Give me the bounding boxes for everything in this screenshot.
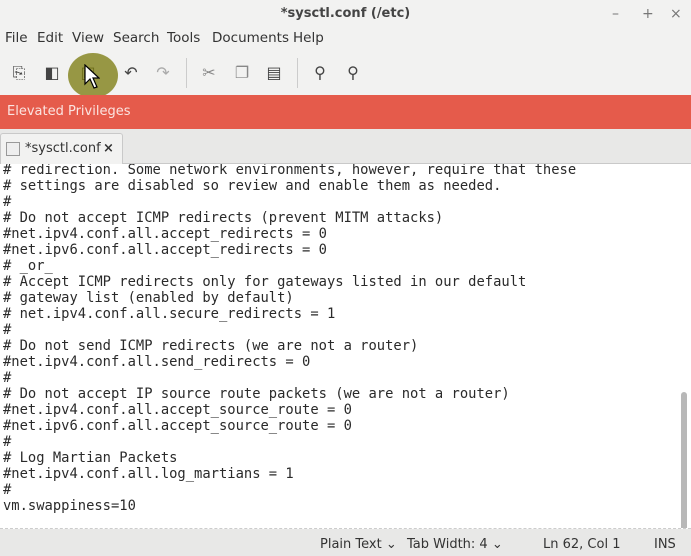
language-selector[interactable]: Plain Text ⌄ (320, 537, 397, 552)
tab-close-icon[interactable]: × (103, 134, 114, 164)
status-bar: Plain Text ⌄ Tab Width: 4 ⌄ Ln 62, Col 1… (0, 530, 691, 556)
code-line: # settings are disabled so review and en… (3, 178, 502, 194)
new-document-icon[interactable]: ⎘ (8, 62, 30, 84)
code-line: #net.ipv4.conf.all.accept_redirects = 0 (3, 226, 327, 242)
code-line: # (3, 322, 12, 338)
elevated-privileges-banner: Elevated Privileges (0, 95, 691, 129)
title-bar: *sysctl.conf (/etc) (0, 0, 691, 28)
code-line: #net.ipv6.conf.all.accept_source_route =… (3, 418, 352, 434)
tab-width-selector[interactable]: Tab Width: 4 ⌄ (407, 537, 503, 552)
code-line: #net.ipv4.conf.all.send_redirects = 0 (3, 354, 311, 370)
editor-content[interactable]: # redirection. Some network environments… (3, 164, 576, 514)
tab-sysctl-conf[interactable]: *sysctl.conf × (0, 133, 123, 165)
code-line: #net.ipv6.conf.all.accept_redirects = 0 (3, 242, 327, 258)
insert-mode: INS (654, 537, 676, 552)
code-line: # gateway list (enabled by default) (3, 290, 294, 306)
cursor-position: Ln 62, Col 1 (543, 537, 621, 552)
menu-search[interactable]: Search (113, 30, 159, 46)
copy-icon[interactable]: ❐ (231, 62, 253, 84)
code-line: # Do not send ICMP redirects (we are not… (3, 338, 419, 354)
undo-icon[interactable]: ↶ (120, 62, 142, 84)
cut-icon[interactable]: ✂ (198, 62, 220, 84)
tab-bar: *sysctl.conf × (0, 129, 691, 165)
menu-view[interactable]: View (72, 30, 104, 46)
code-line: #net.ipv4.conf.all.log_martians = 1 (3, 466, 294, 482)
code-line: # (3, 194, 12, 210)
code-line: # Do not accept IP source route packets … (3, 386, 510, 402)
open-icon[interactable]: ◧ (41, 62, 63, 84)
search-icon[interactable]: ⚲ (309, 62, 331, 84)
code-line: # redirection. Some network environments… (3, 164, 577, 178)
maximize-button[interactable]: + (642, 0, 654, 28)
menu-edit[interactable]: Edit (37, 30, 63, 46)
separator (297, 58, 298, 88)
code-line: # Accept ICMP redirects only for gateway… (3, 274, 527, 290)
code-line: # net.ipv4.conf.all.secure_redirects = 1 (3, 306, 336, 322)
text-editor[interactable]: # redirection. Some network environments… (0, 164, 691, 529)
separator (186, 58, 187, 88)
menu-documents[interactable]: Documents (212, 30, 289, 46)
scrollbar[interactable] (681, 392, 687, 528)
menu-help[interactable]: Help (293, 30, 324, 46)
code-line: # (3, 434, 12, 450)
code-line: # (3, 482, 12, 498)
code-line: vm.swappiness=10 (3, 498, 136, 514)
mouse-cursor-icon (84, 64, 100, 89)
code-line: # Do not accept ICMP redirects (prevent … (3, 210, 444, 226)
document-icon (6, 142, 20, 156)
menu-tools[interactable]: Tools (167, 30, 200, 46)
redo-icon[interactable]: ↷ (152, 62, 174, 84)
code-line: # Log Martian Packets (3, 450, 178, 466)
tab-label: *sysctl.conf (25, 141, 101, 156)
close-button[interactable]: × (670, 0, 682, 28)
window-title: *sysctl.conf (/etc) (280, 6, 411, 21)
minimize-button[interactable]: – (612, 0, 619, 28)
paste-icon[interactable]: ▤ (263, 62, 285, 84)
menu-bar: File Edit View Search Tools Documents He… (0, 28, 691, 50)
menu-file[interactable]: File (5, 30, 28, 46)
code-line: #net.ipv4.conf.all.accept_source_route =… (3, 402, 352, 418)
code-line: # _or_ (3, 258, 53, 274)
code-line: # (3, 370, 12, 386)
search-replace-icon[interactable]: ⚲ (342, 62, 364, 84)
